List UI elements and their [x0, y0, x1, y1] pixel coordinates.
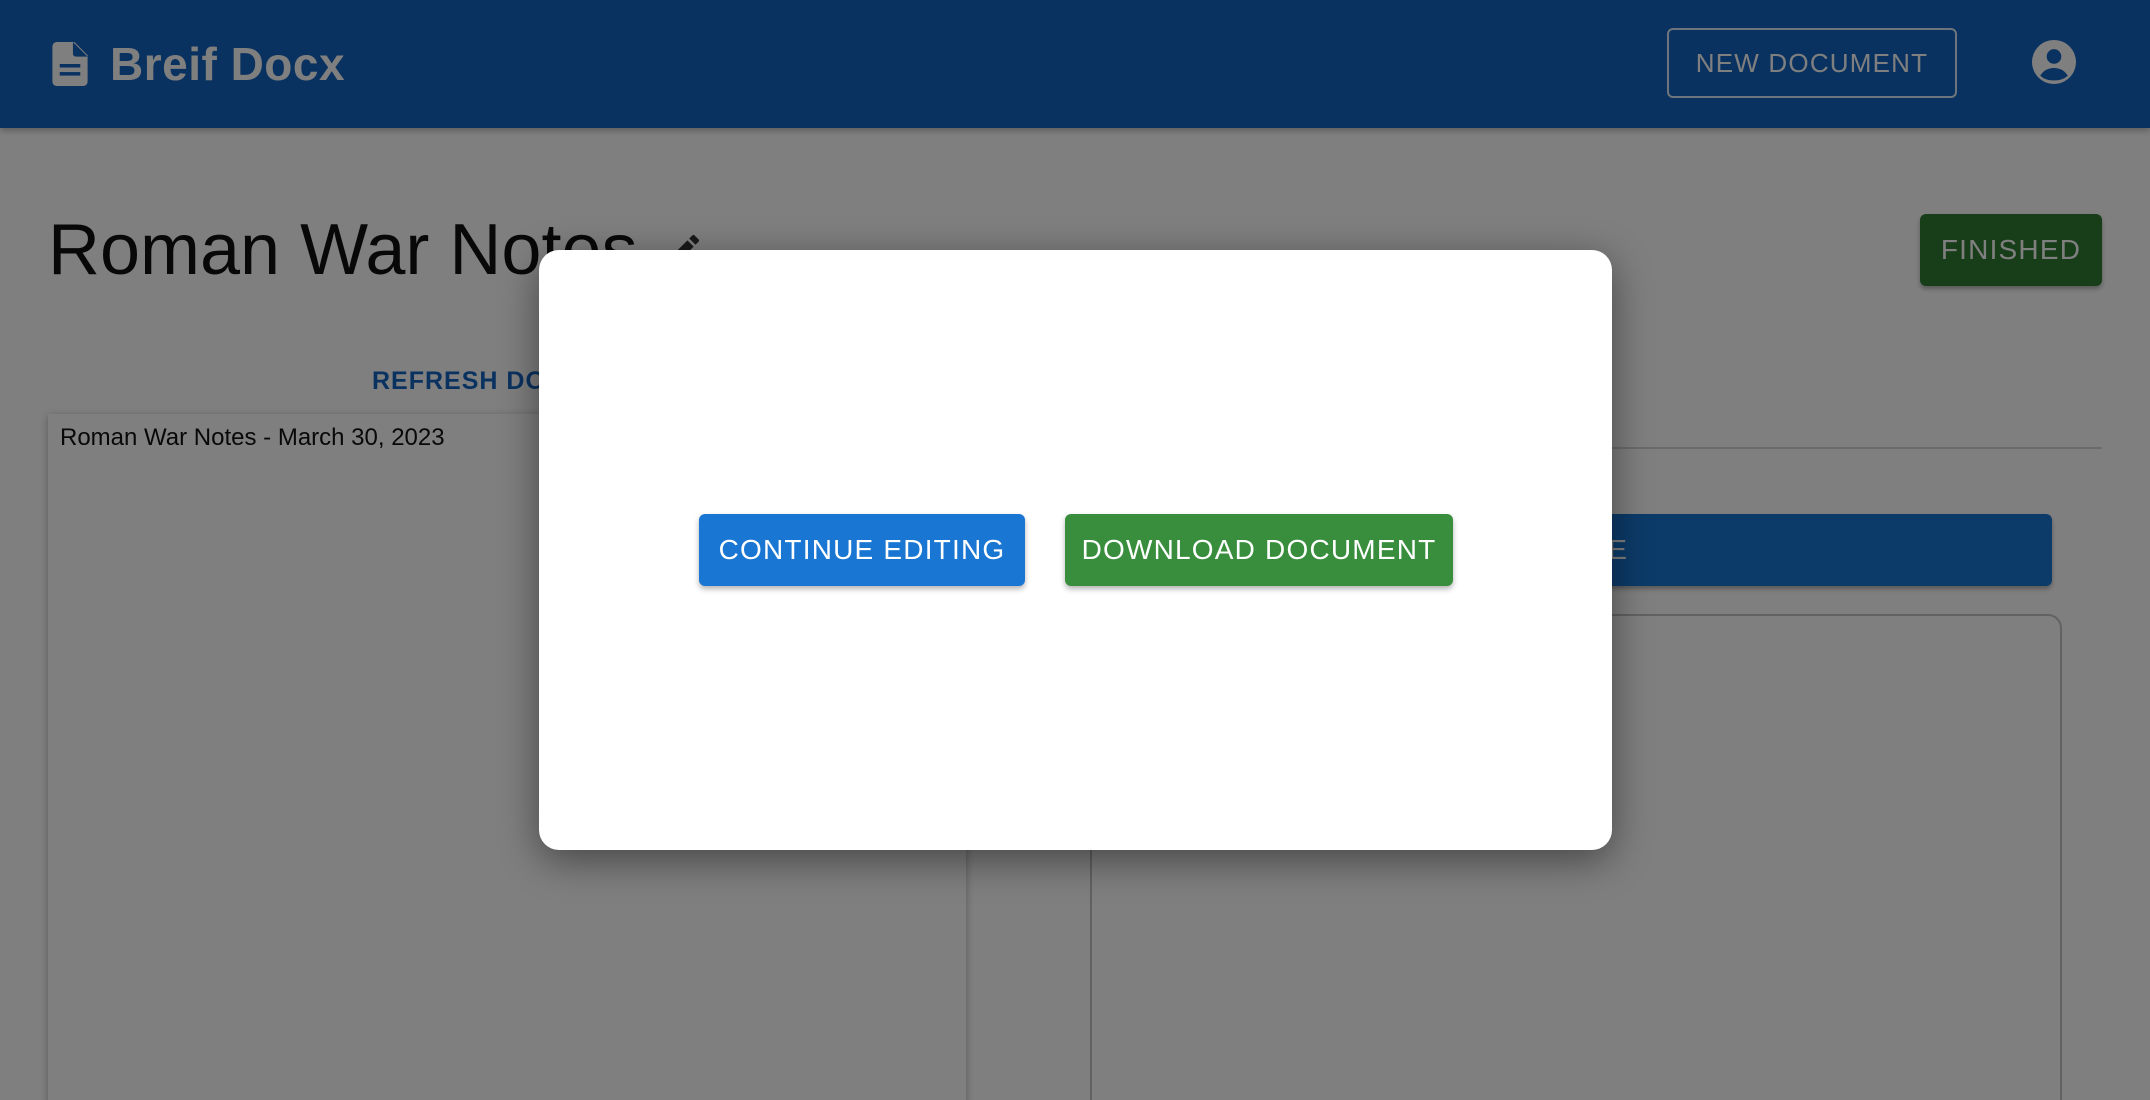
download-document-button[interactable]: DOWNLOAD DOCUMENT	[1065, 514, 1453, 586]
continue-editing-button[interactable]: CONTINUE EDITING	[699, 514, 1025, 586]
app-root: Breif Docx NEW DOCUMENT Roman War Notes …	[0, 0, 2150, 1100]
finish-dialog: CONTINUE EDITING DOWNLOAD DOCUMENT	[539, 250, 1612, 850]
